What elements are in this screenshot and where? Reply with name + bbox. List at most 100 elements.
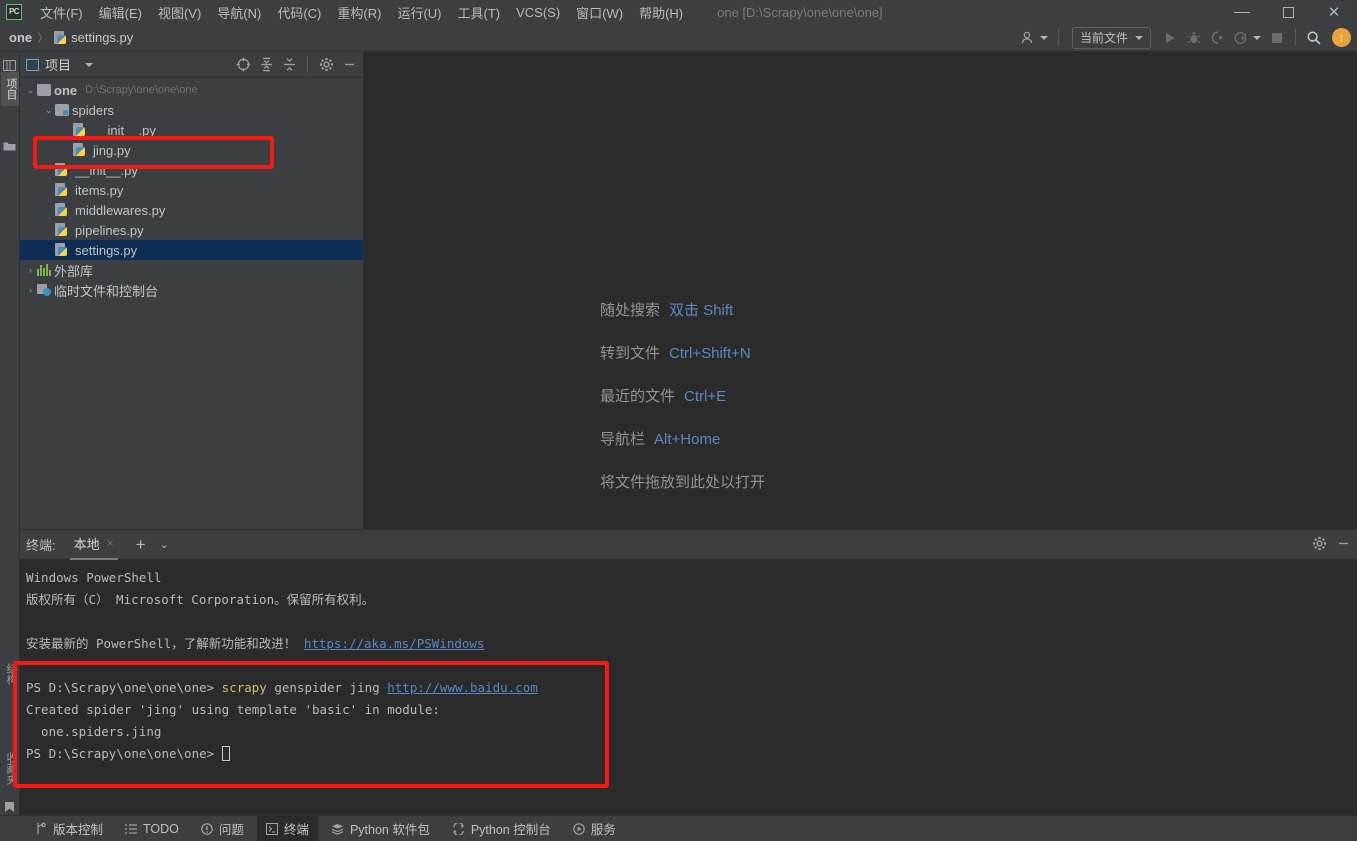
tree-item--init-py[interactable]: __init__.py <box>20 120 363 140</box>
close-icon[interactable]: × <box>107 536 114 550</box>
welcome-shortcut-key: Ctrl+Shift+N <box>669 345 751 362</box>
tree-item-label: 外部库 <box>54 263 94 279</box>
debug-bug-icon[interactable] <box>1183 27 1205 49</box>
tree-item--init-py[interactable]: __init__.py <box>20 160 363 180</box>
breadcrumb-separator: 〉 <box>37 31 50 45</box>
breadcrumb-file[interactable]: settings.py <box>71 30 133 45</box>
menu-item-8[interactable]: VCS(S) <box>508 3 568 22</box>
terminal-active-prompt[interactable]: PS D:\Scrapy\one\one\one> <box>26 743 1357 765</box>
tree-item-spiders[interactable]: ⌄ spiders <box>20 100 363 120</box>
terminal-line: Created spider 'jing' using template 'ba… <box>26 702 440 717</box>
python-file-icon <box>55 223 68 237</box>
python-file-icon <box>54 30 67 45</box>
status-tab--[interactable]: 版本控制 <box>26 816 112 841</box>
terminal-header: 终端: 本地 × + ⌄ <box>20 530 1357 560</box>
tree-item-middlewares-py[interactable]: middlewares.py <box>20 200 363 220</box>
menu-item-4[interactable]: 代码(C) <box>269 1 329 24</box>
terminal-output[interactable]: Windows PowerShell 版权所有（C） Microsoft Corp… <box>20 560 1357 765</box>
list-icon <box>125 823 138 835</box>
status-tab-label: TODO <box>143 821 179 836</box>
menu-item-1[interactable]: 编辑(E) <box>91 1 150 24</box>
tree-item-label: pipelines.py <box>75 222 144 238</box>
breadcrumb-project[interactable]: one <box>9 30 32 45</box>
warning-icon <box>201 822 213 835</box>
tree-item--[interactable]: › 外部库 <box>20 260 363 280</box>
status-tab-python-[interactable]: Python 控制台 <box>443 816 560 841</box>
minimize-button[interactable] <box>1219 0 1265 24</box>
sidebar-tab-favorites[interactable]: 收藏夹 <box>1 742 19 794</box>
menu-item-5[interactable]: 重构(R) <box>329 1 389 24</box>
tree-item-items-py[interactable]: items.py <box>20 180 363 200</box>
chevron-down-icon[interactable]: ⌄ <box>160 538 169 551</box>
new-terminal-tab-icon[interactable]: + <box>136 536 146 553</box>
menu-item-0[interactable]: 文件(F) <box>32 1 91 24</box>
project-tree: ⌄ one D:\Scrapy\one\one\one ⌄ spiders __init_… <box>20 78 363 300</box>
terminal-command-args: genspider jing <box>266 680 388 695</box>
menu-item-2[interactable]: 视图(V) <box>150 1 209 24</box>
tree-item--[interactable]: › 临时文件和控制台 <box>20 280 363 300</box>
sidebar-tab-structure[interactable]: 结构 <box>1 652 19 696</box>
search-icon[interactable] <box>1303 27 1325 49</box>
status-tab--[interactable]: 服务 <box>564 816 625 841</box>
stop-button[interactable] <box>1266 27 1288 49</box>
menu-item-7[interactable]: 工具(T) <box>449 1 508 24</box>
main-menu: 文件(F) 编辑(E) 视图(V) 导航(N) 代码(C) 重构(R) 运行(U) 工具(T)… <box>32 1 691 24</box>
terminal-url-link[interactable]: https://aka.ms/PSWindows <box>304 636 485 651</box>
welcome-shortcut-label: 转到文件 <box>600 345 661 362</box>
settings-gear-icon[interactable] <box>1312 536 1327 554</box>
project-view-dropdown-icon[interactable] <box>85 62 94 67</box>
tree-item-settings-py[interactable]: settings.py <box>20 240 363 260</box>
run-with-coverage-icon[interactable] <box>1207 27 1229 49</box>
profile-button[interactable] <box>1231 27 1264 49</box>
project-panel-title: 项目 <box>45 58 72 73</box>
terminal-tab-label: 本地 <box>73 536 100 552</box>
maximize-button[interactable] <box>1265 0 1311 24</box>
branch-icon <box>35 822 47 835</box>
tree-item-label: __init__.py <box>93 122 156 138</box>
terminal-tab-local[interactable]: 本地 × <box>69 530 118 560</box>
tree-expand-arrow-icon[interactable]: ⌄ <box>24 85 37 96</box>
terminal-line-text: 安装最新的 PowerShell，了解新功能和改进！ <box>26 636 297 651</box>
terminal-command-name: scrapy <box>221 680 267 695</box>
settings-gear-icon[interactable] <box>316 55 336 75</box>
close-button[interactable]: ✕ <box>1311 0 1357 24</box>
tree-item-pipelines-py[interactable]: pipelines.py <box>20 220 363 240</box>
menu-item-10[interactable]: 帮助(H) <box>631 1 691 24</box>
collapse-all-icon[interactable] <box>279 55 299 75</box>
tree-expand-arrow-icon[interactable]: › <box>24 265 37 275</box>
tree-item-jing-py[interactable]: jing.py <box>20 140 363 160</box>
tree-item-label: 临时文件和控制台 <box>54 283 159 299</box>
welcome-shortcut-row: 随处搜索 双击 Shift <box>600 299 765 320</box>
hide-panel-icon[interactable] <box>339 55 359 75</box>
services-icon <box>572 822 585 835</box>
menu-item-3[interactable]: 导航(N) <box>209 1 269 24</box>
status-tab--[interactable]: 终端 <box>256 816 318 841</box>
welcome-shortcut-row: 导航栏 Alt+Home <box>600 428 765 449</box>
update-badge-icon[interactable]: ↑ <box>1332 28 1351 47</box>
editor-empty-area[interactable]: 随处搜索 双击 Shift 转到文件 Ctrl+Shift+N 最近的文件 Ctrl+E 导… <box>364 52 1357 529</box>
menu-item-6[interactable]: 运行(U) <box>389 1 449 24</box>
tree-expand-arrow-icon[interactable]: ⌄ <box>42 105 55 116</box>
tree-item-one[interactable]: ⌄ one D:\Scrapy\one\one\one <box>20 80 363 100</box>
run-configuration-selector[interactable]: 当前文件 <box>1071 26 1151 49</box>
python-file-icon <box>73 123 86 137</box>
sidebar-tab-project[interactable]: 项目 <box>1 72 19 106</box>
status-tab-label: Python 软件包 <box>349 823 430 837</box>
hide-panel-icon[interactable] <box>1336 536 1351 554</box>
terminal-url-link[interactable]: http://www.baidu.com <box>387 680 538 695</box>
welcome-shortcut-label: 最近的文件 <box>600 388 676 405</box>
menu-item-9[interactable]: 窗口(W) <box>568 1 631 24</box>
tree-expand-arrow-icon[interactable]: › <box>24 285 37 295</box>
status-tab-todo[interactable]: TODO <box>116 819 188 839</box>
status-tab--[interactable]: 问题 <box>192 816 253 841</box>
tree-item-label: settings.py <box>75 242 138 258</box>
terminal-line: 版权所有（C） Microsoft Corporation。保留所有权利。 <box>26 592 375 607</box>
status-tab-label: 版本控制 <box>53 823 104 837</box>
select-opened-file-icon[interactable] <box>233 55 253 75</box>
welcome-shortcut-key: 双击 Shift <box>669 302 734 319</box>
expand-all-icon[interactable] <box>256 55 276 75</box>
user-account-icon[interactable] <box>1018 27 1051 49</box>
run-button[interactable] <box>1159 27 1181 49</box>
tree-item-label: middlewares.py <box>75 202 166 218</box>
status-tab-python-[interactable]: Python 软件包 <box>322 816 439 841</box>
